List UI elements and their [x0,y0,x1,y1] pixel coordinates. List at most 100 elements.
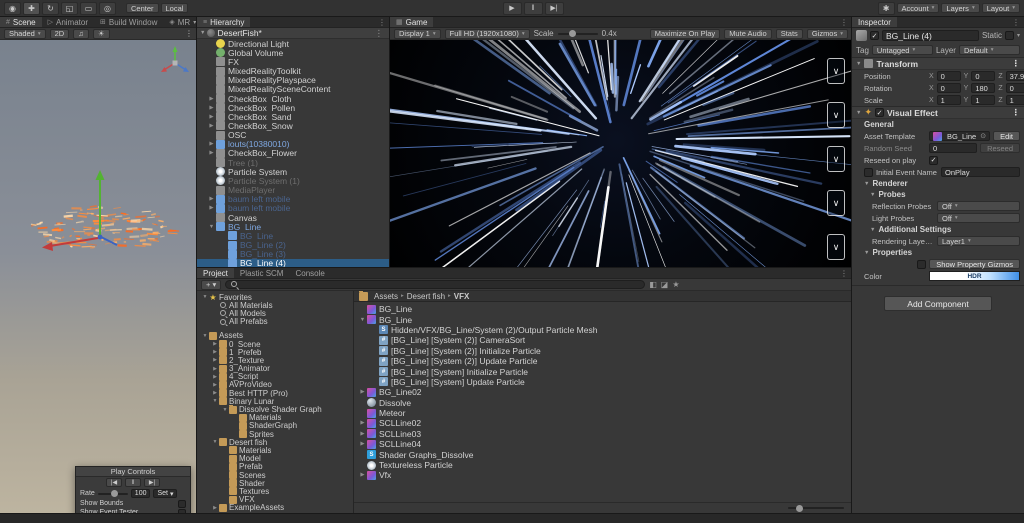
hierarchy-item[interactable]: ▶CheckBox_Sand [197,112,390,121]
mute-audio-button[interactable]: Mute Audio [724,29,772,39]
foldout-arrow[interactable]: ▼ [201,333,209,339]
breadcrumb-item[interactable]: VFX [454,292,470,301]
hierarchy-item[interactable]: MixedRealityToolkit [197,66,390,75]
foldout-arrow[interactable]: ▶ [211,390,219,396]
foldout-arrow[interactable]: ▶ [207,114,216,120]
hierarchy-item[interactable]: ▶baum left mobile [197,204,390,213]
stats-button[interactable]: Stats [776,29,803,39]
scene-menu-icon[interactable]: ⋮ [185,29,193,38]
component-menu-icon[interactable]: ⋮ [1012,107,1021,118]
active-checkbox[interactable] [870,31,879,40]
tab-plastic-scm[interactable]: Plastic SCM [234,268,290,278]
project-tree-item[interactable]: Sprites [197,430,353,438]
project-file-item[interactable]: ▼BG_Line [354,314,852,324]
foldout-arrow[interactable]: ▶ [211,341,219,347]
axis-x-field[interactable]: 0 [937,83,961,93]
foldout-arrow[interactable]: ▼ [870,227,875,233]
hierarchy-menu-icon[interactable]: ⋮ [378,18,386,27]
initial-event-field[interactable]: OnPlay [941,167,1020,177]
edit-button[interactable]: Edit [993,131,1020,141]
project-tree-item[interactable]: Prefab [197,463,353,471]
hierarchy-item[interactable]: BG_Line (4) [197,259,390,268]
project-file-item[interactable]: ▶SCLLine03 [354,429,852,439]
foldout-arrow[interactable]: ▶ [207,150,216,156]
space-toggle-button[interactable]: Local [161,3,189,13]
hierarchy-item[interactable]: ▶CheckBox_Flower [197,149,390,158]
shading-mode-dropdown[interactable]: Shaded▾ [4,29,46,39]
lighting-toggle-icon[interactable]: ☀ [93,29,110,39]
resolution-dropdown[interactable]: Full HD (1920x1080)▾ [445,29,530,39]
foldout-arrow[interactable]: ▼ [201,294,209,300]
light-probes-dropdown[interactable]: Off▾ [937,213,1020,223]
favorite-search-icon[interactable]: ★ [672,280,679,289]
hierarchy-item[interactable]: ▶CheckBox_Snow [197,121,390,130]
project-tree-item[interactable]: Materials [197,446,353,454]
show-property-gizmos-checkbox[interactable] [917,260,926,269]
step-forward-button[interactable]: ▶| [144,478,160,487]
project-tree-item[interactable]: ▶2_Texture [197,356,353,364]
hierarchy-item[interactable]: ▶CheckBox_Pollen [197,103,390,112]
hierarchy-item[interactable]: Directional Light [197,39,390,48]
rate-value-field[interactable]: 100 [131,489,151,498]
project-file-item[interactable]: #[BG_Line] [System (2)] CameraSort [354,335,852,345]
hierarchy-item[interactable]: MixedRealitySceneContent [197,85,390,94]
foldout-arrow[interactable]: ▼ [358,317,367,323]
rotate-tool-button[interactable]: ↻ [42,2,59,15]
hierarchy-item[interactable]: FX [197,57,390,66]
audio-toggle-icon[interactable]: ♫ [73,29,89,39]
foldout-arrow[interactable]: ▼ [200,30,205,36]
tab-build-window[interactable]: ⊞Build Window [94,17,163,27]
axis-z-field[interactable]: 0 [1006,83,1024,93]
project-tree-item[interactable]: Shader [197,479,353,487]
scale-slider[interactable] [558,33,598,35]
hierarchy-scene-row[interactable]: ▼ DesertFish* ⋮ [197,28,390,39]
tab-console[interactable]: Console [289,268,330,278]
project-file-item[interactable]: #[BG_Line] [System] Initialize Particle [354,366,852,376]
visual-effect-component-header[interactable]: ▼ ✦ Visual Effect ⋮ [852,106,1024,119]
project-file-item[interactable]: #[BG_Line] [System (2)] Initialize Parti… [354,346,852,356]
transform-tool-button[interactable]: ◎ [99,2,116,15]
breadcrumb-item[interactable]: Assets [374,292,398,301]
show-bounds-checkbox[interactable] [178,500,186,508]
add-component-button[interactable]: Add Component [884,296,992,311]
foldout-arrow[interactable]: ▼ [864,250,869,256]
tag-dropdown[interactable]: Untagged▾ [872,45,933,55]
project-tree-item[interactable]: All Prefabs [197,318,353,326]
foldout-arrow[interactable]: ▶ [358,431,367,437]
project-tree-item[interactable]: ▶4_Script [197,373,353,381]
show-event-tester-checkbox[interactable] [178,509,186,514]
pause-small-button[interactable]: ‖ [125,478,141,487]
foldout-arrow[interactable]: ▶ [358,389,367,395]
hierarchy-item[interactable]: ▼BG_Line [197,222,390,231]
hierarchy-item[interactable]: BG_Line (3) [197,250,390,259]
move-tool-button[interactable]: ✚ [23,2,40,15]
project-tree-item[interactable]: ▶1_Prefeb [197,348,353,356]
hand-tool-button[interactable]: ◉ [4,2,21,15]
project-tree-item[interactable]: ▼Desert fish [197,438,353,446]
game-viewport[interactable]: ∨∨∨∨∨ [390,40,852,268]
show-property-gizmos-button[interactable]: Show Property Gizmos [929,259,1020,269]
axis-y-field[interactable]: 1 [971,95,995,105]
component-menu-icon[interactable]: ⋮ [1012,58,1021,69]
foldout-arrow[interactable]: ▼ [211,439,219,445]
hierarchy-item[interactable]: ▶baum left mobile [197,195,390,204]
color-field[interactable]: HDR [929,271,1020,281]
project-tree-item[interactable]: Materials [197,414,353,422]
foldout-arrow[interactable]: ▶ [207,205,216,211]
foldout-arrow[interactable]: ▶ [211,366,219,372]
project-file-item[interactable]: ▶BG_Line02 [354,387,852,397]
project-tree-item[interactable]: Model [197,455,353,463]
object-picker-icon[interactable]: ⊙ [980,132,986,140]
project-file-item[interactable]: SShader Graphs_Dissolve [354,449,852,459]
static-checkbox[interactable] [1005,31,1014,40]
hierarchy-item[interactable]: BG_Line [197,231,390,240]
foldout-arrow[interactable]: ▶ [358,472,367,478]
game-overlay-toggle[interactable]: ∨ [827,146,845,172]
tab-project[interactable]: Project [197,268,234,278]
layers-dropdown[interactable]: Layers▾ [941,3,979,13]
project-tree-item[interactable]: ▼Favorites [197,293,353,301]
game-overlay-toggle[interactable]: ∨ [827,58,845,84]
scale-tool-button[interactable]: ◱ [61,2,78,15]
foldout-arrow[interactable]: ▶ [207,96,216,102]
foldout-arrow[interactable]: ▼ [864,181,869,187]
